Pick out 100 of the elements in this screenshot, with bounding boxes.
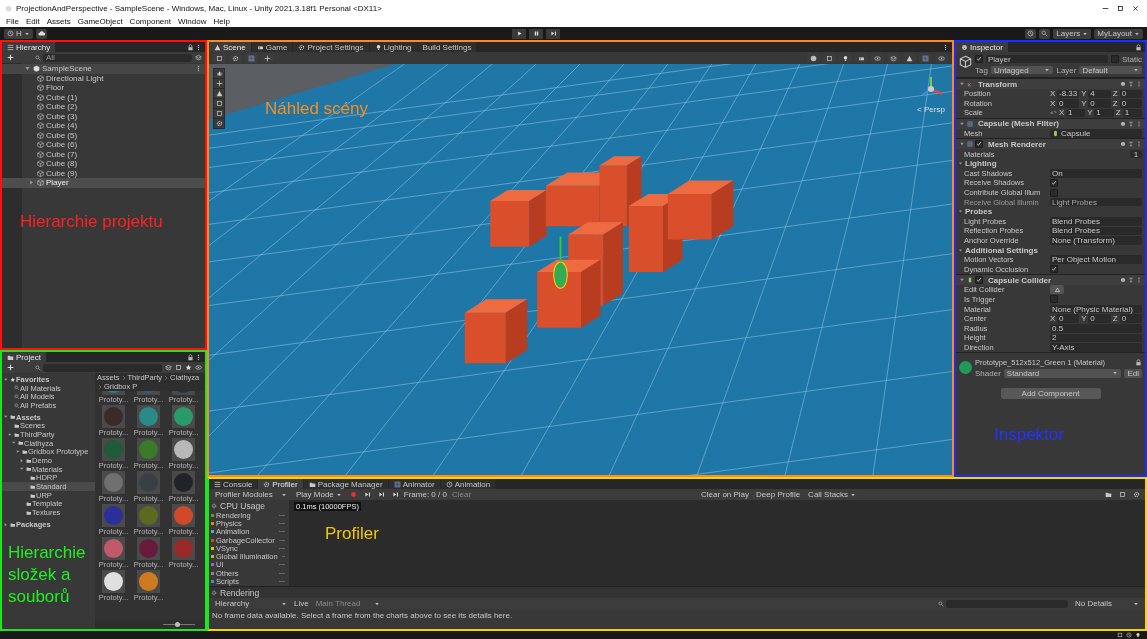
hierarchy-item[interactable]: Cube (4) <box>2 121 205 131</box>
axis-label: X <box>1059 108 1064 118</box>
annotation-label: Náhled scény <box>265 99 368 120</box>
layer-label: Layer <box>1056 65 1077 75</box>
value-field[interactable]: None (Transform) <box>1050 236 1142 245</box>
value-field[interactable]: On <box>1050 169 1142 178</box>
edit-button[interactable]: Edi <box>1124 369 1142 378</box>
number-field[interactable]: 1 <box>1094 108 1114 118</box>
window-tab[interactable]: Console <box>209 479 258 489</box>
hierarchy-item[interactable]: Cube (2) <box>2 102 205 112</box>
module-title[interactable]: Rendering <box>220 587 260 598</box>
clear-on-play-button[interactable]: Clear on Play <box>699 489 752 500</box>
scene-tab[interactable]: Project Settings <box>293 42 369 52</box>
hierarchy-item[interactable]: Cube (8) <box>2 159 205 169</box>
menu-item[interactable]: Component <box>129 17 171 27</box>
module-title[interactable]: CPU Usage <box>220 500 265 511</box>
axis-label: Y <box>1081 98 1087 108</box>
number-field[interactable]: 0 <box>1088 314 1111 323</box>
axis-label: Z <box>1112 314 1118 324</box>
count-field[interactable]: 1 <box>1130 149 1142 159</box>
menu-item[interactable]: Edit <box>25 17 40 27</box>
scene-row[interactable]: SampleScene <box>2 64 205 74</box>
axis-label: Z <box>1112 98 1118 108</box>
value-field[interactable]: Per Object Motion <box>1050 255 1142 264</box>
window-title: ProjectionAndPerspective - SampleScene - Windows, Mac, Linux - Unity 2021.3.18f1 Personal <DX11> <box>16 3 382 13</box>
annotation-label: Hierarchie složek a souborů <box>8 542 87 609</box>
number-field[interactable]: 0 <box>1119 314 1142 323</box>
menu-item[interactable]: GameObject <box>77 17 123 27</box>
axis-label: Y <box>1081 314 1087 324</box>
value-field[interactable]: Blend Probes <box>1050 226 1142 236</box>
axis-label: X <box>1050 98 1055 108</box>
layer-dropdown[interactable]: Default <box>1079 65 1142 75</box>
group-label[interactable]: Probes <box>965 207 993 217</box>
component-title: Capsule (Mesh Filter) <box>978 119 1059 129</box>
scene-tab[interactable]: Scene <box>209 42 251 52</box>
axis-label: Y <box>1087 108 1093 118</box>
number-field[interactable]: 0 <box>1119 99 1142 108</box>
inspector-tab[interactable]: Inspector <box>956 42 1008 52</box>
hierarchy-item[interactable]: Cube (1) <box>2 92 205 102</box>
group-label[interactable]: Additional Settings <box>965 245 1038 255</box>
window-tab[interactable]: Profiler <box>258 479 303 489</box>
status-message: No frame data available. Select a frame from the charts above to see its details here. <box>211 610 514 622</box>
scene-tab[interactable]: Game <box>251 42 293 52</box>
hierarchy-item[interactable]: Cube (5) <box>2 130 205 140</box>
tag-dropdown[interactable]: Untagged <box>990 65 1054 75</box>
group-label[interactable]: Lighting <box>965 159 997 169</box>
window-tab[interactable]: Animation <box>440 479 496 489</box>
static-label: Static <box>1122 54 1142 64</box>
scene-tab[interactable]: Build Settings <box>417 42 477 52</box>
annotation-label: Hierarchie projektu <box>20 212 163 233</box>
scene-tab[interactable]: Lighting <box>369 42 417 52</box>
number-field[interactable]: 0 <box>1088 99 1111 108</box>
axis-label: X <box>1050 314 1055 324</box>
shader-dropdown[interactable]: Standard <box>1003 369 1122 378</box>
annotation-label: Inspektor <box>994 425 1064 446</box>
axis-label: X <box>1050 89 1055 99</box>
number-field[interactable]: 0 <box>1057 314 1080 323</box>
number-field[interactable]: -8.33 <box>1057 89 1080 99</box>
value-field[interactable]: None (Physic Material) <box>1050 304 1142 314</box>
hierarchy-item[interactable]: Directional Light <box>2 73 205 83</box>
axis-label: Z <box>1115 108 1121 118</box>
layout-dropdown[interactable]: MyLayout <box>1094 28 1143 39</box>
perspective-label[interactable]: < Persp <box>917 105 945 114</box>
number-field[interactable]: 4 <box>1088 89 1111 99</box>
tag-label: Tag <box>975 65 988 75</box>
menu-item[interactable]: Help <box>213 17 230 27</box>
component-title: Mesh Renderer <box>988 139 1046 149</box>
hierarchy-item[interactable]: Cube (3) <box>2 111 205 121</box>
hierarchy-item[interactable]: Cube (7) <box>2 149 205 159</box>
number-field[interactable]: 0 <box>1119 89 1142 99</box>
hierarchy-tab[interactable]: Hierarchy <box>2 42 56 52</box>
name-field[interactable]: Player <box>986 54 1108 64</box>
account-dropdown[interactable]: H <box>4 28 33 39</box>
window-tab[interactable]: Package Manager <box>303 479 388 489</box>
live-label: Live <box>294 599 309 608</box>
project-tab[interactable]: Project <box>2 352 46 362</box>
search-field[interactable]: All <box>43 53 192 62</box>
hierarchy-item[interactable]: Cube (6) <box>2 140 205 150</box>
value-field[interactable]: 0.5 <box>1050 324 1142 333</box>
value-field[interactable]: 2 <box>1050 333 1142 343</box>
deep-profile-button[interactable]: Deep Profile <box>754 489 803 500</box>
component-title: Transform <box>978 79 1018 89</box>
menu-item[interactable]: Assets <box>46 17 71 27</box>
value-field[interactable]: Capsule <box>1050 129 1142 138</box>
window-tab[interactable]: Animator <box>388 479 440 489</box>
hierarchy-item[interactable]: Player <box>2 178 205 188</box>
value-field[interactable]: Y-Axis <box>1050 343 1142 352</box>
menu-item[interactable]: Window <box>177 17 207 27</box>
shader-label: Shader <box>975 368 1001 378</box>
hierarchy-item[interactable]: Floor <box>2 83 205 93</box>
layers-dropdown[interactable]: Layers <box>1053 28 1092 39</box>
component-title: Capsule Collider <box>988 275 1052 285</box>
add-component-button[interactable]: Add Component <box>1000 388 1101 400</box>
number-field[interactable]: 0 <box>1057 99 1080 108</box>
menu-item[interactable]: File <box>6 17 19 27</box>
number-field[interactable]: 1 <box>1066 108 1086 118</box>
axis-label: Z <box>1112 89 1118 99</box>
value-field[interactable]: Blend Probes <box>1050 217 1142 226</box>
hierarchy-item[interactable]: Cube (9) <box>2 168 205 178</box>
number-field[interactable]: 1 <box>1122 108 1142 118</box>
